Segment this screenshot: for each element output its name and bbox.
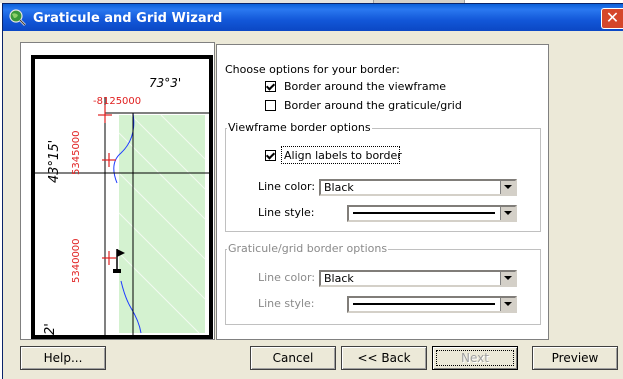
line-style-preview xyxy=(353,212,495,214)
graticule-line-color-label: Line color: xyxy=(258,271,316,284)
border-graticule-checkbox[interactable] xyxy=(265,100,276,111)
line-color-select[interactable]: Black xyxy=(319,179,517,196)
graticule-line-style-select[interactable] xyxy=(347,296,517,313)
align-labels-checkbox[interactable] xyxy=(265,150,276,161)
line-color-value: Black xyxy=(324,181,354,194)
cancel-button[interactable]: Cancel xyxy=(250,346,336,370)
align-labels-focus xyxy=(281,146,400,164)
chevron-down-icon[interactable] xyxy=(500,207,515,220)
options-heading: Choose options for your border: xyxy=(225,63,400,76)
chevron-down-icon[interactable] xyxy=(500,298,515,311)
close-icon: ✕ xyxy=(605,8,620,27)
graticule-options-group xyxy=(225,249,541,325)
next-button[interactable]: Next xyxy=(432,346,518,370)
northing-label-lower: 5340000 xyxy=(71,238,82,283)
longitude-label: 73°3' xyxy=(149,76,182,90)
graticule-line-style-preview xyxy=(353,303,495,305)
graticule-line-color-value: Black xyxy=(324,272,354,285)
graticule-line-color-select[interactable]: Black xyxy=(319,270,517,287)
border-graticule-label: Border around the graticule/grid xyxy=(284,99,462,112)
latitude-label: 43°15' xyxy=(47,139,62,183)
viewframe-options-title: Viewframe border options xyxy=(227,121,372,134)
chevron-down-icon[interactable] xyxy=(500,272,515,285)
preview-pane: 73°3' -8125000 43°15' 5345000 5340000 2' xyxy=(20,42,215,340)
border-viewframe-label: Border around the viewframe xyxy=(284,80,447,93)
help-button[interactable]: Help... xyxy=(20,346,106,370)
map-preview xyxy=(31,55,213,339)
line-style-label: Line style: xyxy=(258,206,315,219)
close-button[interactable]: ✕ xyxy=(601,8,623,29)
graticule-options-title: Graticule/grid border options xyxy=(227,242,389,255)
chevron-down-icon[interactable] xyxy=(500,181,515,194)
border-viewframe-checkbox[interactable] xyxy=(265,81,276,92)
next-button-focus xyxy=(436,350,514,366)
northing-label-upper: 5345000 xyxy=(71,130,82,175)
globe-magnifier-icon xyxy=(9,9,27,27)
window-title: Graticule and Grid Wizard xyxy=(33,11,223,26)
back-button[interactable]: << Back xyxy=(341,346,427,370)
bottom-coordinate-label: 2' xyxy=(43,323,58,335)
graticule-line-style-label: Line style: xyxy=(258,297,315,310)
line-style-select[interactable] xyxy=(347,205,517,222)
easting-label: -8125000 xyxy=(93,96,142,107)
line-color-label: Line color: xyxy=(258,180,316,193)
options-panel: Choose options for your border: Border a… xyxy=(216,44,549,340)
preview-button[interactable]: Preview xyxy=(532,346,618,370)
